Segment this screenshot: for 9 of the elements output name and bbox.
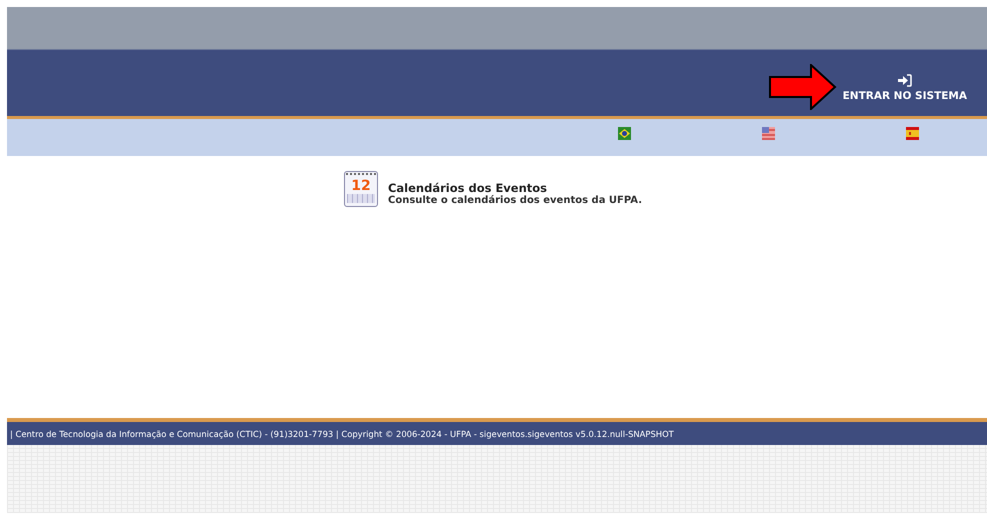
arrow-icon	[768, 64, 837, 110]
usa-flag-icon[interactable]	[762, 127, 775, 140]
spain-flag-icon[interactable]	[906, 127, 919, 140]
login-link[interactable]: ENTRAR NO SISTEMA	[842, 74, 967, 102]
calendar-description: Consulte o calendários dos eventos da UFPA.	[388, 195, 642, 206]
calendar-link[interactable]: Calendários dos Eventos	[388, 181, 642, 195]
footer-text: | Centro de Tecnologia da Informação e Comunicação (CTIC) - (91)3201-7793 | Copyright © 2006-2024 - UFPA - sigeventos.sigeventos v5.0.12.null-SNAPSHOT	[10, 428, 674, 438]
brazil-flag-icon[interactable]	[618, 127, 631, 140]
login-icon	[898, 74, 912, 87]
